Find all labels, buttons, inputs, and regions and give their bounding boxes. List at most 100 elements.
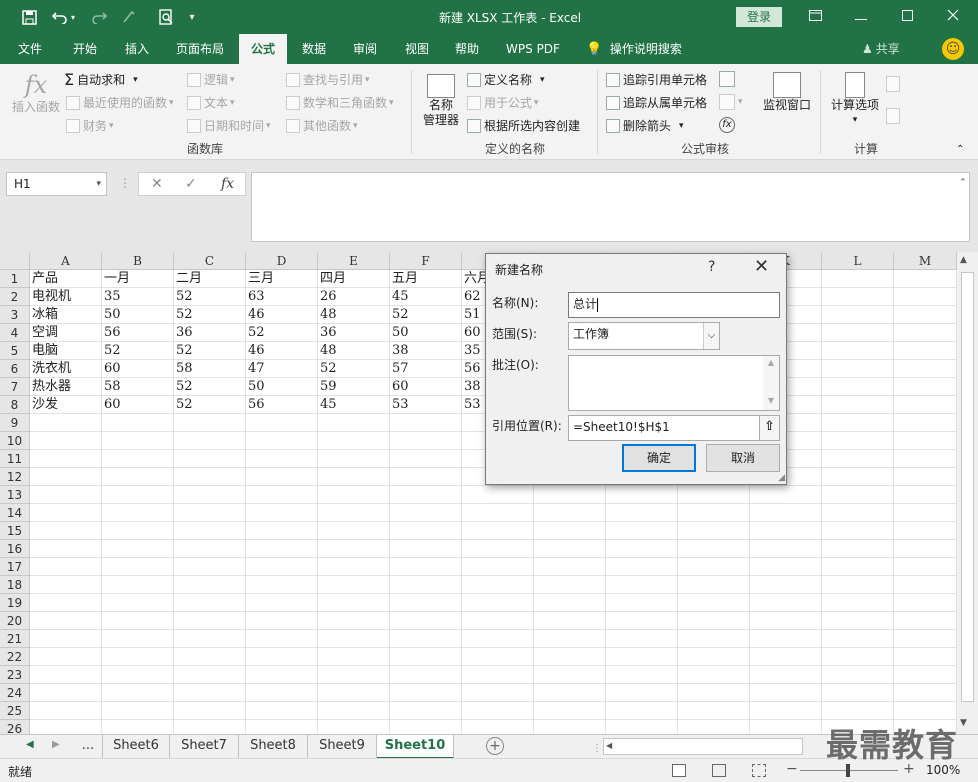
cell[interactable] — [318, 684, 390, 702]
column-header[interactable]: B — [102, 252, 174, 270]
cell[interactable] — [534, 720, 606, 734]
cell[interactable] — [750, 576, 822, 594]
cell[interactable] — [318, 558, 390, 576]
cell[interactable] — [606, 576, 678, 594]
cell[interactable] — [390, 450, 462, 468]
cell[interactable] — [174, 702, 246, 720]
cell[interactable]: 沙发 — [30, 396, 102, 414]
cell[interactable] — [678, 558, 750, 576]
cell[interactable] — [390, 432, 462, 450]
cell[interactable] — [246, 450, 318, 468]
cell[interactable] — [462, 720, 534, 734]
cell[interactable] — [462, 594, 534, 612]
cell[interactable] — [102, 414, 174, 432]
cell[interactable] — [678, 504, 750, 522]
row-header[interactable]: 3 — [0, 306, 30, 324]
cell[interactable] — [174, 666, 246, 684]
cell[interactable]: 52 — [390, 306, 462, 324]
cell[interactable] — [318, 486, 390, 504]
name-manager-button[interactable]: 名称 管理器 — [418, 74, 464, 128]
cell[interactable] — [606, 594, 678, 612]
cell[interactable] — [390, 558, 462, 576]
cell[interactable]: 53 — [390, 396, 462, 414]
select-all-corner[interactable] — [0, 252, 30, 270]
column-header[interactable]: M — [894, 252, 957, 270]
cell[interactable]: 52 — [174, 288, 246, 306]
cell[interactable] — [30, 540, 102, 558]
row-header[interactable]: 6 — [0, 360, 30, 378]
cell[interactable] — [30, 558, 102, 576]
cell[interactable]: 产品 — [30, 270, 102, 288]
cell[interactable] — [462, 630, 534, 648]
cell[interactable] — [462, 504, 534, 522]
cell[interactable] — [894, 594, 957, 612]
name-box[interactable]: H1 ▾ — [6, 172, 107, 196]
cell[interactable] — [822, 414, 894, 432]
cell[interactable] — [30, 504, 102, 522]
cell[interactable] — [894, 450, 957, 468]
cell[interactable] — [750, 540, 822, 558]
cell[interactable]: 56 — [246, 396, 318, 414]
recent-functions-button[interactable]: 最近使用的函数 ▾ — [66, 94, 174, 111]
cell[interactable] — [894, 414, 957, 432]
cell[interactable]: 38 — [390, 342, 462, 360]
cell[interactable] — [750, 648, 822, 666]
cell[interactable] — [246, 576, 318, 594]
row-header[interactable]: 21 — [0, 630, 30, 648]
use-in-formula-button[interactable]: 用于公式 ▾ — [467, 94, 539, 111]
column-header[interactable]: C — [174, 252, 246, 270]
cell[interactable] — [174, 648, 246, 666]
cell[interactable] — [894, 666, 957, 684]
row-header[interactable]: 10 — [0, 432, 30, 450]
cell[interactable]: 52 — [174, 342, 246, 360]
cancel-icon[interactable]: ✕ — [151, 176, 163, 192]
sheet-tab[interactable]: Sheet7 — [170, 735, 239, 759]
cell[interactable] — [30, 486, 102, 504]
cell[interactable] — [894, 306, 957, 324]
name-field[interactable]: 总计 — [568, 292, 780, 318]
cell[interactable] — [678, 648, 750, 666]
cell[interactable]: 热水器 — [30, 378, 102, 396]
row-header[interactable]: 13 — [0, 486, 30, 504]
datetime-button[interactable]: 日期和时间 ▾ — [187, 117, 271, 134]
cell[interactable]: 二月 — [174, 270, 246, 288]
cell[interactable] — [462, 666, 534, 684]
cell[interactable] — [894, 540, 957, 558]
print-preview-icon[interactable] — [155, 6, 177, 28]
cell[interactable] — [462, 576, 534, 594]
cell[interactable]: 59 — [318, 378, 390, 396]
cell[interactable] — [750, 630, 822, 648]
cell[interactable] — [894, 288, 957, 306]
cell[interactable] — [174, 558, 246, 576]
cell[interactable]: 45 — [318, 396, 390, 414]
cell[interactable] — [246, 486, 318, 504]
cell[interactable]: 60 — [102, 396, 174, 414]
formula-input[interactable] — [251, 172, 970, 242]
cell[interactable] — [462, 648, 534, 666]
column-header[interactable]: A — [30, 252, 102, 270]
cell[interactable] — [246, 630, 318, 648]
cell[interactable] — [822, 342, 894, 360]
cell[interactable] — [390, 666, 462, 684]
cell[interactable] — [246, 432, 318, 450]
cell[interactable] — [30, 576, 102, 594]
tab-formulas[interactable]: 公式 — [239, 34, 287, 64]
define-name-button[interactable]: 定义名称 ▾ — [467, 71, 545, 88]
cell[interactable] — [174, 486, 246, 504]
cell[interactable] — [606, 720, 678, 734]
cell[interactable] — [390, 522, 462, 540]
more-functions-button[interactable]: 其他函数 ▾ — [286, 117, 358, 134]
cell[interactable] — [750, 522, 822, 540]
cell[interactable]: 52 — [246, 324, 318, 342]
cell[interactable] — [678, 576, 750, 594]
cell[interactable]: 57 — [390, 360, 462, 378]
cell[interactable] — [678, 666, 750, 684]
cell[interactable] — [174, 450, 246, 468]
cell[interactable] — [246, 504, 318, 522]
cell[interactable] — [102, 576, 174, 594]
collapse-ribbon-icon[interactable]: ⌃ — [956, 144, 964, 155]
cell[interactable] — [822, 396, 894, 414]
sheet-tab[interactable]: Sheet6 — [102, 735, 170, 759]
collapse-dialog-icon[interactable]: ⇧ — [759, 416, 779, 440]
cell[interactable] — [750, 684, 822, 702]
